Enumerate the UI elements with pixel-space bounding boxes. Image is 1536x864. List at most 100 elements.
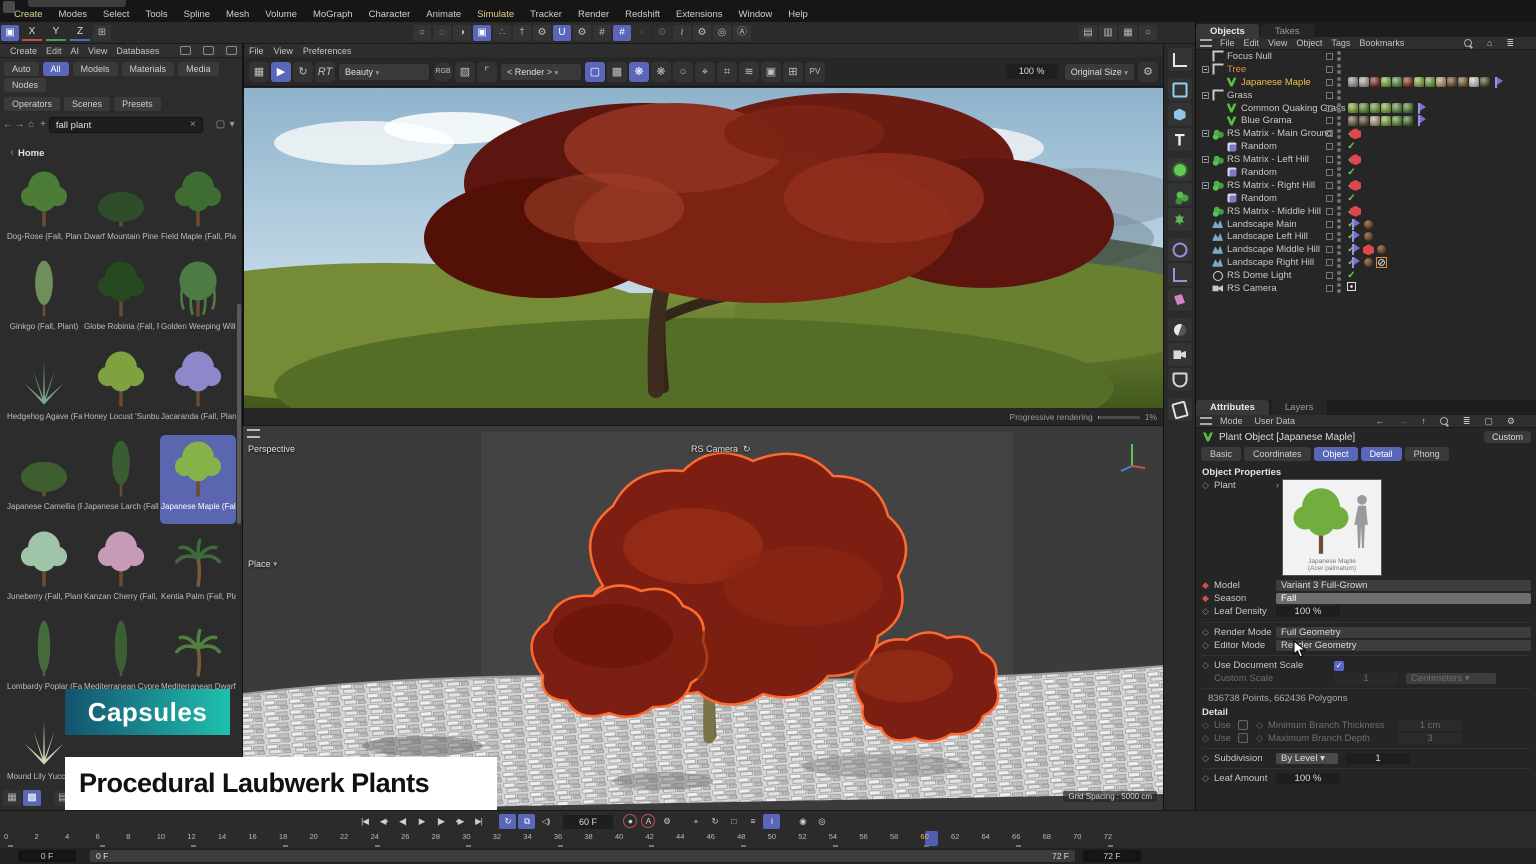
visibility-dots[interactable] — [1337, 155, 1341, 165]
lock-icon[interactable]: ▢ — [1484, 416, 1493, 427]
material-swatch[interactable] — [1480, 77, 1490, 87]
section-detail[interactable]: Detail — [1202, 706, 1531, 719]
timeline-tick[interactable]: 24 — [371, 832, 402, 848]
toolbar-icon[interactable]: ⚙ — [693, 25, 711, 41]
volume-icon[interactable] — [1168, 238, 1192, 261]
field-icon[interactable] — [1168, 208, 1192, 231]
enable-toggle[interactable] — [1326, 259, 1333, 266]
object-menu-item[interactable]: File — [1220, 38, 1235, 48]
enable-toggle[interactable] — [1326, 105, 1333, 112]
tag-icon[interactable] — [1350, 206, 1361, 217]
render-slot-dropdown[interactable]: < Render > ▾ — [501, 64, 581, 80]
record-keyframe[interactable] — [623, 814, 637, 828]
material-swatch[interactable] — [1370, 103, 1380, 113]
state-icon[interactable] — [1346, 193, 1357, 204]
object-row[interactable]: RS Matrix - Left Hill — [1196, 153, 1536, 166]
material-swatch[interactable] — [1392, 103, 1402, 113]
gear-icon[interactable]: ⚙ — [1507, 416, 1515, 427]
tag-icon[interactable] — [1350, 154, 1361, 165]
timeline-tick[interactable]: 14 — [218, 832, 249, 848]
material-swatch[interactable] — [1348, 116, 1358, 126]
timeline-tick[interactable]: 50 — [768, 832, 799, 848]
timeline-tick[interactable]: 64 — [982, 832, 1013, 848]
timeline-tick[interactable]: 18 — [279, 832, 310, 848]
timeline-tick[interactable]: 58 — [890, 832, 921, 848]
object-menu-item[interactable]: Edit — [1244, 38, 1260, 48]
object-row[interactable]: RS Matrix - Middle Hill — [1196, 205, 1536, 218]
visibility-dots[interactable] — [1337, 51, 1341, 61]
menu-item[interactable]: Help — [780, 7, 816, 22]
attribute-tab[interactable]: Detail — [1361, 447, 1402, 461]
timeline-tick[interactable]: 48 — [737, 832, 768, 848]
timeline-tick[interactable]: 20 — [309, 832, 340, 848]
freeze2-icon[interactable]: ❋ — [651, 62, 671, 82]
toolbar-icon[interactable]: ◌ — [433, 25, 451, 41]
max-branch-field[interactable]: 3 — [1398, 733, 1462, 744]
filter-icon[interactable]: ≣ — [1463, 416, 1471, 427]
toolbar-icon[interactable]: # — [613, 25, 631, 41]
clear-search-icon[interactable]: × — [187, 119, 199, 131]
asset-item[interactable]: Honey Locust 'Sunbur... — [83, 345, 159, 434]
range-start-field[interactable]: 0 F — [18, 850, 76, 862]
range-end-field[interactable]: 72 F — [1083, 850, 1141, 862]
camera-icon[interactable] — [1168, 343, 1192, 366]
back-icon[interactable]: ← — [1375, 416, 1384, 426]
asset-filter-tab[interactable]: Models — [73, 62, 118, 76]
axis-lock-button[interactable]: Y — [46, 25, 66, 41]
render-mode-dropdown[interactable]: Full Geometry — [1276, 627, 1531, 638]
object-row[interactable]: Japanese Maple — [1196, 76, 1536, 89]
popout-icon[interactable] — [226, 46, 237, 55]
tag-icon[interactable] — [1376, 257, 1387, 268]
toolbar-icon[interactable]: ◑ — [453, 25, 471, 41]
database-icon[interactable]: ▢ — [215, 119, 227, 131]
visibility-dots[interactable] — [1337, 129, 1341, 139]
enable-toggle[interactable] — [1326, 272, 1333, 279]
cloner-icon[interactable] — [1168, 183, 1192, 206]
tag-icon[interactable] — [1363, 244, 1374, 255]
tag-icon[interactable] — [1416, 103, 1427, 114]
season-dropdown[interactable]: Fall — [1276, 593, 1531, 604]
enable-toggle[interactable] — [1326, 285, 1333, 292]
object-menu-item[interactable]: View — [1268, 38, 1287, 48]
visibility-dots[interactable] — [1337, 271, 1341, 281]
object-row[interactable]: Landscape Main — [1196, 218, 1536, 231]
visibility-dots[interactable] — [1337, 167, 1341, 177]
tag-icon[interactable] — [1363, 219, 1374, 230]
mode-menu[interactable]: Mode — [1220, 416, 1243, 426]
home-icon[interactable]: ⌂ — [1487, 38, 1492, 48]
focus-icon[interactable]: ⌖ — [695, 62, 715, 82]
asset-menu-item[interactable]: Databases — [116, 46, 159, 56]
material-swatch[interactable] — [1425, 77, 1435, 87]
attribute-tab[interactable]: Phong — [1405, 447, 1449, 461]
tag-icon[interactable] — [1350, 257, 1361, 268]
menu-item[interactable]: Tools — [137, 7, 175, 22]
max-branch-use-checkbox[interactable] — [1238, 733, 1248, 743]
enable-toggle[interactable] — [1326, 195, 1333, 202]
menu-item[interactable]: Spline — [176, 7, 218, 22]
timeline-tick[interactable]: 54 — [829, 832, 860, 848]
camera-label[interactable]: RS Camera ↻ — [691, 444, 751, 455]
visibility-dots[interactable] — [1337, 142, 1341, 152]
material-swatch[interactable] — [1348, 77, 1358, 87]
object-row[interactable]: Blue Grama — [1196, 114, 1536, 127]
lock-icon[interactable]: ▢ — [585, 62, 605, 82]
min-branch-field[interactable]: 1 cm — [1398, 720, 1462, 731]
scrollbar[interactable] — [237, 304, 241, 524]
menu-item[interactable]: Redshift — [617, 7, 668, 22]
enable-toggle[interactable] — [1326, 208, 1333, 215]
tag-icon[interactable] — [1493, 77, 1504, 88]
asset-menu-item[interactable]: Edit — [46, 46, 62, 56]
render-view-menu-item[interactable]: Preferences — [303, 46, 352, 56]
material-swatch[interactable] — [1359, 116, 1369, 126]
timeline-tick[interactable]: 46 — [707, 832, 738, 848]
object-row[interactable]: RS Camera — [1196, 282, 1536, 295]
timeline-tick[interactable]: 32 — [493, 832, 524, 848]
expand-icon[interactable] — [1202, 92, 1209, 99]
object-row[interactable]: Random — [1196, 166, 1536, 179]
asset-menu-item[interactable]: AI — [71, 46, 80, 56]
visibility-dots[interactable] — [1337, 103, 1341, 113]
enable-toggle[interactable] — [1326, 143, 1333, 150]
tag-icon[interactable] — [1376, 244, 1387, 255]
model-dropdown[interactable]: Variant 3 Full-Grown — [1276, 580, 1531, 591]
toolbar-icon[interactable]: ◎ — [713, 25, 731, 41]
